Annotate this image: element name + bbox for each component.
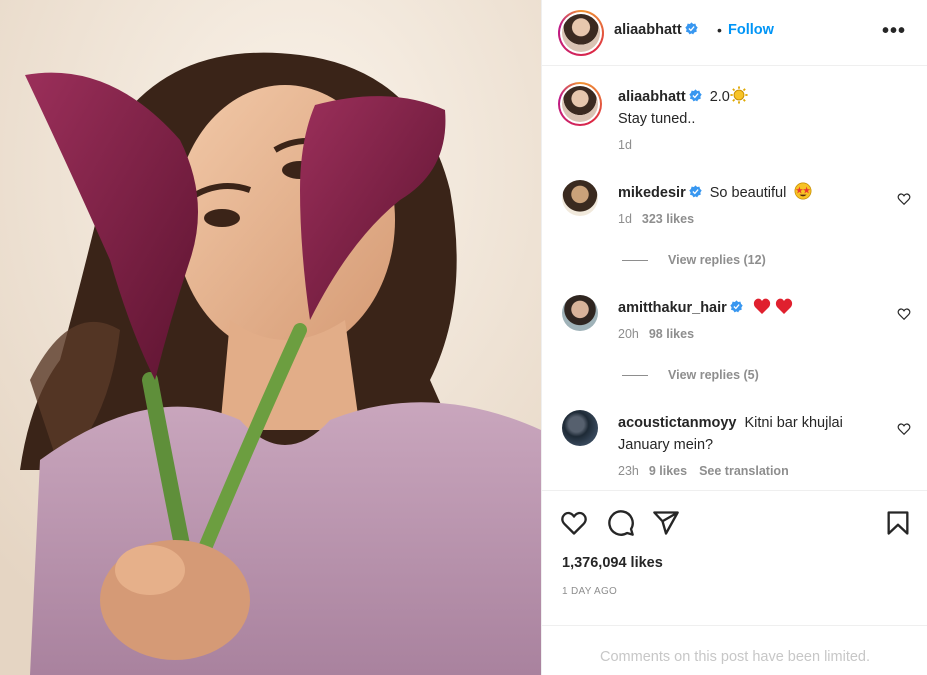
commenter-username[interactable]: acoustictanmoyy [618,415,736,431]
commenter-username[interactable]: mikedesir [618,185,686,201]
comment-item: acoustictanmoyy Kitni bar khujlai Januar… [542,410,927,490]
commenter-avatar[interactable] [562,295,598,331]
follow-button[interactable]: Follow [728,22,774,38]
comment-text: amitthakur_hair [618,297,793,319]
commenter-avatar[interactable] [562,180,598,216]
comment-like-heart-icon[interactable] [897,422,911,436]
header-separator: • [717,22,722,38]
caption-text: aliaabhatt 2.0 Stay tuned.. [618,86,748,130]
comment-time: 1d [618,212,632,226]
comments-limited-notice: Comments on this post have been limited. [542,625,927,675]
comment-item: amitthakur_hair 20h 98 likes View replies… [542,295,927,395]
post-timestamp: 1 DAY AGO [562,586,618,597]
caption-line2: Stay tuned.. [618,111,696,127]
star-struck-emoji-icon [794,182,812,200]
caption-avatar[interactable] [558,82,602,126]
post-photo[interactable] [0,0,541,675]
comment-body: Kitni bar khujlai [744,415,843,431]
author-username[interactable]: aliaabhatt [614,22,682,38]
view-replies-label[interactable]: View replies (12) [668,253,766,267]
more-options-icon[interactable]: ••• [882,20,906,43]
likes-count[interactable]: 1,376,094 likes [562,555,663,571]
commenter-username[interactable]: amitthakur_hair [618,300,727,316]
comment-likes[interactable]: 9 likes [649,464,687,478]
comment-time: 20h [618,327,639,341]
comment-icon[interactable] [607,509,635,537]
see-translation-link[interactable]: See translation [699,464,789,478]
comment-meta: 1d 323 likes [618,212,694,226]
comment-likes[interactable]: 323 likes [642,212,694,226]
paper-plane-icon[interactable] [652,509,680,537]
post-side-panel: aliaabhatt • Follow ••• aliaabhatt 2.0 S… [541,0,927,675]
author-username-row[interactable]: aliaabhatt [614,22,698,38]
comment-like-heart-icon[interactable] [897,307,911,321]
bookmark-icon[interactable] [884,509,912,537]
comment-text: acoustictanmoyy Kitni bar khujlai Januar… [618,412,843,456]
post-actions: 1,376,094 likes 1 DAY AGO [542,490,927,625]
caption-body: 2.0 [709,89,730,105]
comment-meta: 20h 98 likes [618,327,694,341]
verified-badge-icon [685,22,698,35]
verified-badge-icon [730,300,743,313]
author-avatar[interactable] [558,10,604,56]
two-hearts-emoji-icon [753,298,792,314]
comment-likes[interactable]: 98 likes [649,327,694,341]
view-replies-button[interactable]: View replies (5) [622,368,759,382]
view-replies-label[interactable]: View replies (5) [668,368,759,382]
caption-username[interactable]: aliaabhatt [618,89,686,105]
comment-body-line2: January mein? [618,437,714,453]
commenter-avatar[interactable] [562,410,598,446]
verified-badge-icon [689,185,702,198]
comment-meta: 23h 9 likes See translation [618,464,789,478]
comment-text: mikedesir So beautiful [618,182,812,204]
post-header: aliaabhatt • Follow ••• [542,0,927,66]
heart-icon[interactable] [560,509,588,537]
comment-like-heart-icon[interactable] [897,192,911,206]
post-caption: aliaabhatt 2.0 Stay tuned.. 1d [542,80,927,160]
sun-emoji-icon [730,86,748,104]
caption-time: 1d [618,138,632,152]
comment-body: So beautiful [709,185,787,201]
verified-badge-icon [689,89,702,102]
comment-item: mikedesir So beautiful 1d 323 likes View … [542,180,927,280]
photo-illustration [0,0,541,675]
comment-time: 23h [618,464,639,478]
view-replies-button[interactable]: View replies (12) [622,253,766,267]
